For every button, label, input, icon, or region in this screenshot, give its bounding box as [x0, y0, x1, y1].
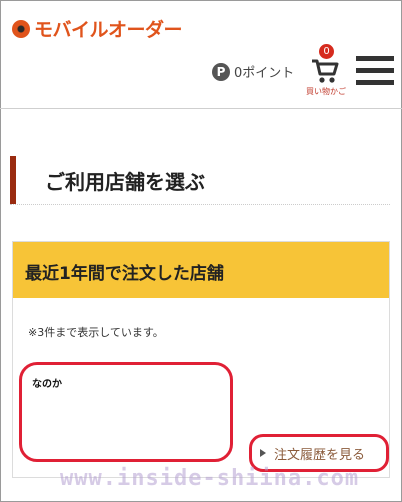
point-balance[interactable]: P 0ポイント	[212, 62, 294, 81]
triangle-right-icon	[260, 449, 266, 457]
point-icon: P	[212, 62, 230, 81]
logo-text: モバイルオーダー	[34, 19, 183, 41]
recent-stores-heading: 最近1年間で注文した店舗	[25, 264, 224, 284]
handwritten-store-name: なのか	[32, 378, 62, 390]
watermark: www.inside-shiina.com	[60, 466, 360, 491]
cart-button[interactable]: 0 買い物かご	[302, 44, 352, 98]
page-title: ご利用店舗を選ぶ	[10, 156, 390, 205]
svg-text:なのか: なのか	[32, 378, 62, 390]
header: モバイルオーダー P 0ポイント 0 買い物かご	[0, 0, 402, 109]
logo-icon	[12, 19, 30, 38]
point-text: 0ポイント	[234, 66, 295, 81]
order-history-text: 注文履歴を見る	[274, 447, 366, 463]
logo[interactable]: モバイルオーダー	[12, 15, 183, 42]
title-accent-bar	[10, 156, 16, 204]
recent-stores-header: 最近1年間で注文した店舗	[13, 242, 389, 298]
store-item-highlight[interactable]: なのか	[19, 362, 233, 462]
page-title-text: ご利用店舗を選ぶ	[45, 170, 205, 194]
cart-icon	[312, 59, 339, 83]
display-limit-note: ※3件まで表示しています。	[28, 326, 164, 339]
cart-count-badge: 0	[319, 44, 334, 59]
menu-icon[interactable]	[356, 56, 394, 88]
cart-label: 買い物かご	[306, 87, 346, 96]
